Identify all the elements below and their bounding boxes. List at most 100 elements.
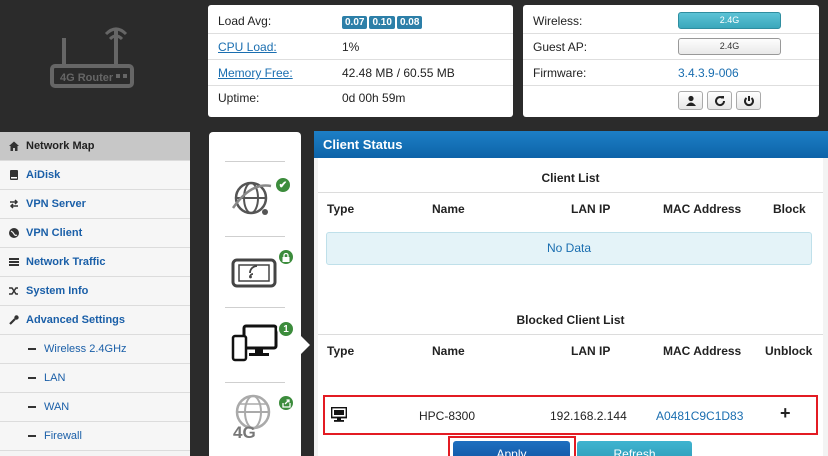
col-name: Name bbox=[432, 344, 465, 358]
col-mac-address: MAC Address bbox=[663, 202, 742, 216]
sidebar-item-label: Wireless 2.4GHz bbox=[44, 343, 127, 355]
dash-icon bbox=[28, 435, 36, 437]
clients-count-badge: 1 bbox=[277, 320, 295, 338]
sidebar-item-label: System Info bbox=[26, 285, 89, 297]
firmware-row: Firmware: 3.4.3.9-006 bbox=[523, 61, 819, 86]
user-button[interactable] bbox=[678, 91, 703, 110]
swap-icon bbox=[8, 198, 20, 210]
sidebar-item-label: Advanced Settings bbox=[26, 314, 126, 326]
reboot-button[interactable] bbox=[707, 91, 732, 110]
client-list-empty: No Data bbox=[326, 232, 812, 265]
sidebar-item-lan[interactable]: LAN bbox=[0, 364, 190, 393]
client-ip: 192.168.2.144 bbox=[550, 409, 627, 423]
apply-button[interactable]: Apply bbox=[453, 441, 570, 456]
cpu-load-link[interactable]: CPU Load: bbox=[218, 40, 277, 54]
uptime-label: Uptime: bbox=[218, 91, 260, 105]
sidebar-item-label: VPN Client bbox=[26, 227, 83, 239]
wireless-2g-toggle[interactable]: 2.4G bbox=[678, 12, 781, 29]
dash-icon bbox=[28, 377, 36, 379]
cpu-load-value: 1% bbox=[342, 40, 360, 54]
col-mac-address: MAC Address bbox=[663, 344, 742, 358]
wireless-firmware-panel: Wireless: 2.4G Guest AP: 2.4G Firmware: … bbox=[523, 5, 819, 117]
external-badge-icon bbox=[277, 394, 295, 412]
router-logo: 4G Router bbox=[40, 26, 140, 94]
sidebar-item-network-traffic[interactable]: Network Traffic bbox=[0, 248, 190, 277]
table-row: HPC-8300 192.168.2.144 A0481C9C1D83 + bbox=[323, 395, 818, 435]
power-icon bbox=[743, 95, 754, 106]
client-name: HPC-8300 bbox=[419, 409, 476, 423]
load-avg-15: 0.08 bbox=[396, 16, 423, 29]
client-status-panel: Client Status Client List Type Name LAN … bbox=[314, 131, 828, 456]
refresh-icon bbox=[714, 95, 725, 106]
col-name: Name bbox=[432, 202, 465, 216]
firmware-label: Firmware: bbox=[533, 66, 587, 80]
client-mac-link[interactable]: A0481C9C1D83 bbox=[656, 409, 743, 423]
check-badge-icon: ✔ bbox=[274, 176, 292, 194]
user-icon bbox=[685, 95, 696, 106]
network-map-icons: ✔ 1 4G bbox=[209, 132, 301, 456]
guest-ap-label: Guest AP: bbox=[533, 40, 588, 54]
sidebar-item-vpn-server[interactable]: VPN Server bbox=[0, 190, 190, 219]
sidebar-item-label: WAN bbox=[44, 401, 70, 413]
blocked-client-list-title: Blocked Client List bbox=[516, 313, 625, 327]
load-avg-values: 0.07 0.10 0.08 bbox=[342, 14, 424, 29]
sidebar-item-advanced-settings[interactable]: Advanced Settings bbox=[0, 306, 190, 335]
load-avg-1: 0.07 bbox=[342, 16, 368, 29]
internet-globe-icon bbox=[231, 181, 272, 215]
sidebar-item-firewall[interactable]: Firewall bbox=[0, 422, 190, 451]
tablet-wifi-icon bbox=[231, 258, 277, 288]
firmware-version: 3.4.3.9-006 bbox=[678, 66, 739, 80]
dash-icon bbox=[28, 406, 36, 408]
col-type: Type bbox=[327, 202, 355, 216]
home-icon bbox=[8, 140, 20, 152]
col-lan-ip: LAN IP bbox=[571, 202, 611, 216]
clients-status-button[interactable]: 1 bbox=[231, 320, 297, 366]
sidebar-item-label: AiDisk bbox=[26, 169, 61, 181]
col-lan-ip: LAN IP bbox=[571, 344, 611, 358]
client-status-body: Client List Type Name LAN IP MAC Address… bbox=[318, 158, 823, 456]
cpu-load-row: CPU Load: 1% bbox=[208, 35, 513, 60]
refresh-button[interactable]: Refresh bbox=[577, 441, 692, 456]
client-list-title: Client List bbox=[541, 171, 600, 185]
sidebar-item-system-info[interactable]: System Info bbox=[0, 277, 190, 306]
sidebar-item-network-map[interactable]: Network Map bbox=[0, 132, 190, 161]
modem-label: 4G bbox=[233, 423, 256, 440]
wrench-icon bbox=[8, 314, 20, 326]
sidebar-item-label: Network Traffic bbox=[26, 256, 106, 268]
modem-status-button[interactable]: 4G bbox=[231, 392, 297, 452]
uptime-row: Uptime: 0d 00h 59m bbox=[208, 86, 513, 111]
selected-pointer bbox=[301, 336, 310, 354]
sidebar-item-wan[interactable]: WAN bbox=[0, 393, 190, 422]
disk-icon bbox=[8, 169, 20, 181]
devices-icon bbox=[231, 324, 278, 362]
internet-status-button[interactable]: ✔ bbox=[229, 174, 292, 224]
sidebar-item-label: Firewall bbox=[44, 430, 82, 442]
sidebar-item-label: VPN Server bbox=[26, 198, 86, 210]
globe-icon bbox=[8, 227, 20, 239]
guest-ap-2g-toggle[interactable]: 2.4G bbox=[678, 38, 781, 55]
uptime-value: 0d 00h 59m bbox=[342, 91, 406, 105]
sidebar: Network Map AiDisk VPN Server VPN Client… bbox=[0, 132, 190, 456]
sidebar-item-wireless-24ghz[interactable]: Wireless 2.4GHz bbox=[0, 335, 190, 364]
load-avg-5: 0.10 bbox=[369, 16, 395, 29]
col-block: Block bbox=[773, 202, 806, 216]
guest-ap-row: Guest AP: 2.4G bbox=[523, 35, 819, 60]
sidebar-item-label: LAN bbox=[44, 372, 66, 384]
shutdown-button[interactable] bbox=[736, 91, 761, 110]
lock-badge-icon bbox=[277, 248, 295, 266]
wireless-label: Wireless: bbox=[533, 14, 583, 28]
unblock-button[interactable]: + bbox=[780, 403, 791, 424]
client-status-title: Client Status bbox=[314, 131, 828, 158]
sidebar-item-vpn-client[interactable]: VPN Client bbox=[0, 219, 190, 248]
col-unblock: Unblock bbox=[765, 344, 813, 358]
4g-globe-icon: 4G bbox=[233, 394, 271, 442]
load-avg-label: Load Avg: bbox=[218, 14, 272, 28]
system-stats-panel: Load Avg: 0.07 0.10 0.08 CPU Load: 1% Memo… bbox=[208, 5, 513, 117]
memory-free-row: Memory Free: 42.48 MB / 60.55 MB bbox=[208, 61, 513, 86]
memory-free-link[interactable]: Memory Free: bbox=[218, 66, 293, 80]
sidebar-item-aidisk[interactable]: AiDisk bbox=[0, 161, 190, 190]
col-type: Type bbox=[327, 344, 355, 358]
security-status-button[interactable] bbox=[231, 248, 297, 294]
list-icon bbox=[8, 256, 20, 268]
dash-icon bbox=[28, 348, 36, 350]
